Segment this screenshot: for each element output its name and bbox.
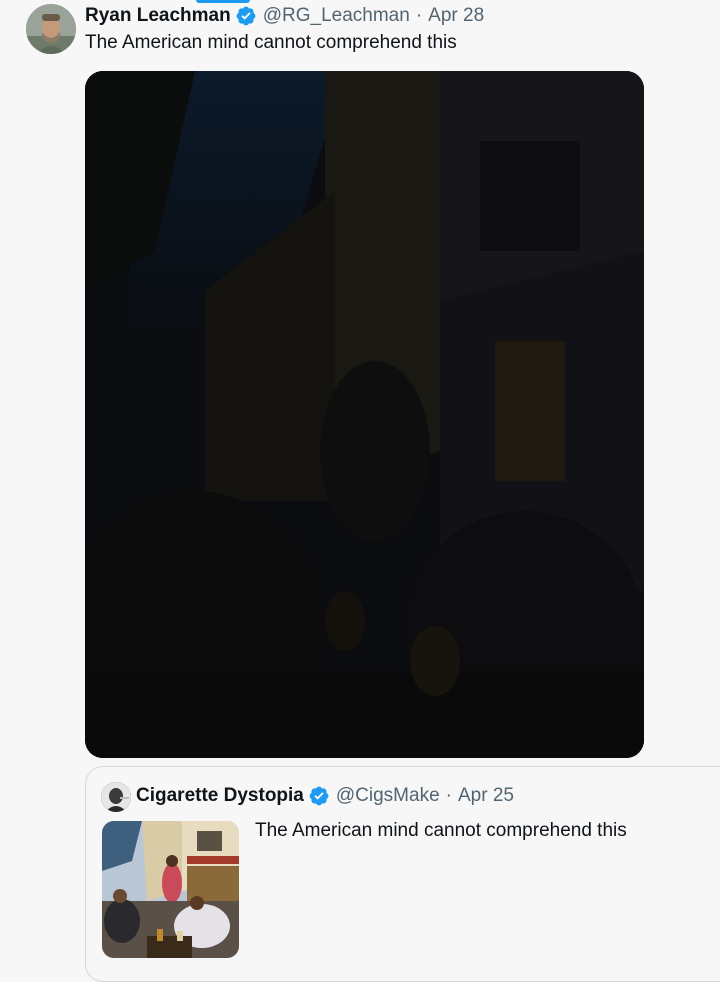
quoted-author-handle[interactable]: @CigsMake (336, 785, 440, 807)
quoted-author-name[interactable]: Cigarette Dystopia (136, 785, 304, 807)
tweet-header: Ryan Leachman @RG_Leachman · Apr 28 (85, 3, 484, 29)
quoted-tweet-card[interactable]: Cigarette Dystopia @CigsMake · Apr 25 Th… (85, 766, 720, 982)
tweet-text: The American mind cannot comprehend this (85, 32, 457, 53)
quoted-media-thumbnail[interactable] (102, 821, 239, 958)
quoted-tweet-header: Cigarette Dystopia @CigsMake · Apr 25 (136, 781, 514, 811)
tweet-date[interactable]: Apr 28 (428, 5, 484, 27)
quoted-author-avatar[interactable] (101, 782, 131, 812)
avatar-photo (101, 782, 131, 812)
tweet-media-photo[interactable] (85, 71, 644, 758)
photo-icon (85, 71, 644, 758)
author-avatar[interactable] (26, 4, 76, 54)
quoted-tweet-date[interactable]: Apr 25 (458, 785, 514, 807)
quoted-tweet-text: The American mind cannot comprehend this (255, 820, 627, 841)
separator-dot: · (415, 5, 423, 26)
verified-badge-icon (309, 786, 329, 806)
photo-icon (102, 821, 239, 958)
separator-dot: · (445, 785, 452, 806)
author-handle[interactable]: @RG_Leachman (263, 5, 410, 27)
verified-badge-icon (236, 6, 256, 26)
avatar-photo (26, 4, 76, 54)
author-name[interactable]: Ryan Leachman (85, 5, 231, 27)
